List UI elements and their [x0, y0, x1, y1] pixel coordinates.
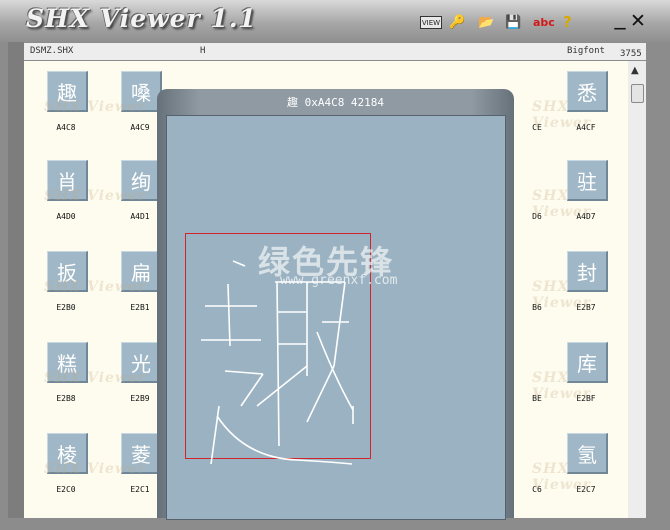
view-icon[interactable]: VIEW: [420, 16, 442, 29]
glyph-code-label: E2B1: [130, 303, 150, 312]
row-watermark: SHX Viewer: [44, 279, 147, 295]
window-left-edge: [8, 42, 24, 518]
scroll-thumb[interactable]: [631, 84, 644, 103]
row-watermark: SHX Viewer: [44, 370, 147, 386]
file-name: DSMZ.SHX: [30, 46, 74, 56]
abc-font-icon[interactable]: abc: [533, 14, 555, 30]
glyph-code-label: E2B8: [56, 394, 76, 403]
close-button[interactable]: ✕: [629, 10, 647, 32]
char-count: 3755: [620, 49, 642, 59]
glyph-code-label: E2C1: [130, 485, 150, 494]
row-watermark: SHX Viewer: [532, 279, 592, 311]
glyph-code-label: A4D1: [130, 212, 150, 221]
scroll-up-icon[interactable]: ▲: [631, 65, 639, 76]
glyph-preview-window: 趣 0xA4C8 42184: [157, 89, 514, 520]
help-icon[interactable]: ?: [563, 13, 572, 31]
row-watermark: SHX Viewer: [532, 188, 592, 220]
glyph-code-label: E2B0: [56, 303, 76, 312]
key-icon[interactable]: 🔑: [449, 14, 465, 30]
font-type: Bigfont: [567, 46, 605, 56]
glyph-code-label: A4C8: [56, 123, 76, 132]
save-icon[interactable]: 💾: [505, 14, 521, 30]
brand-url-watermark: www.greenxf.com: [280, 273, 398, 288]
glyph-outline: [201, 260, 354, 465]
vertical-scrollbar[interactable]: ▲: [628, 61, 646, 518]
preview-canvas: [166, 115, 506, 520]
app-title: SHX Viewer 1.1: [26, 4, 257, 33]
minimize-button[interactable]: _: [611, 5, 629, 30]
preview-title: 趣 0xA4C8 42184: [286, 96, 385, 109]
glyph-code-label: A4C9: [130, 123, 150, 132]
glyph-code-label: E2C0: [56, 485, 76, 494]
file-info-bar: DSMZ.SHX H Bigfont 3755: [24, 43, 646, 60]
row-watermark: SHX Viewer: [532, 370, 592, 402]
row-watermark: SHX Viewer: [44, 461, 147, 477]
glyph-code-label: E2B9: [130, 394, 150, 403]
row-watermark: SHX Viewer: [532, 461, 592, 493]
glyph-code-label: A4D0: [56, 212, 76, 221]
row-watermark: SHX Viewer: [532, 99, 592, 131]
open-folder-icon[interactable]: 📂: [478, 14, 494, 30]
title-bar[interactable]: SHX Viewer 1.1 VIEW 🔑 📂 💾 abc? _ ✕: [0, 0, 670, 42]
row-watermark: SHX Viewer: [44, 99, 147, 115]
app-window: SHX Viewer 1.1 VIEW 🔑 📂 💾 abc? _ ✕ DSMZ.SHX …: [0, 0, 670, 530]
h-label: H: [200, 46, 206, 56]
row-watermark: SHX Viewer: [44, 188, 147, 204]
